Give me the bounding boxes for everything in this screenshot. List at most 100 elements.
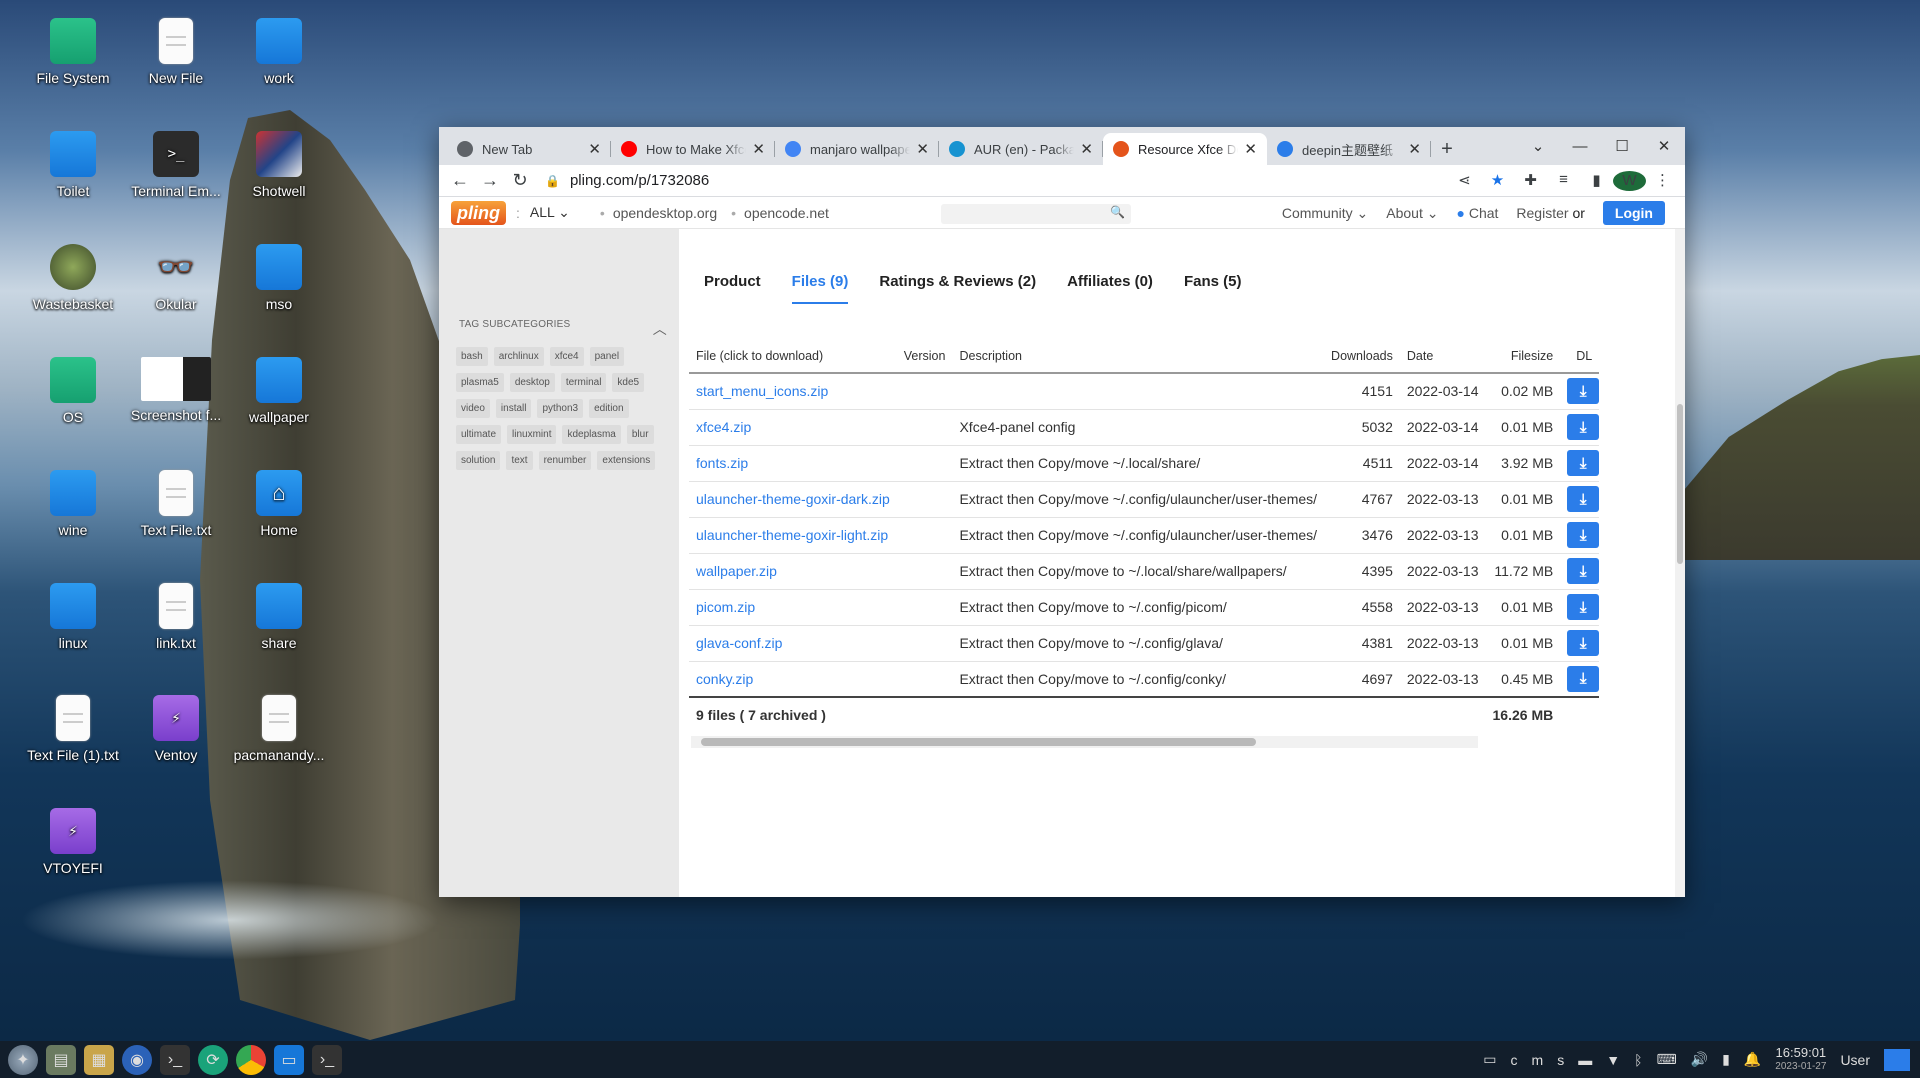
- tag-chip[interactable]: panel: [589, 347, 625, 366]
- desktop-icon-17[interactable]: share: [224, 583, 334, 651]
- desktop-icon-16[interactable]: link.txt: [121, 583, 231, 651]
- desktop-icon-18[interactable]: Text File (1).txt: [18, 695, 128, 763]
- tray-c[interactable]: c: [1511, 1052, 1518, 1068]
- browser-tab-3[interactable]: AUR (en) - Packages ✕: [939, 133, 1103, 165]
- download-icon[interactable]: ⤓: [1567, 594, 1600, 620]
- download-icon[interactable]: ⤓: [1567, 522, 1600, 548]
- site-search-input[interactable]: 🔍: [941, 204, 1131, 224]
- keyboard-icon[interactable]: ⌨: [1656, 1051, 1676, 1068]
- desktop-icon-9[interactable]: OS: [18, 357, 128, 425]
- browser-tab-0[interactable]: New Tab ✕: [447, 133, 611, 165]
- product-tab-3[interactable]: Affiliates (0): [1067, 273, 1153, 304]
- desktop-icon-12[interactable]: wine: [18, 470, 128, 538]
- bookmark-star-icon[interactable]: ★: [1481, 171, 1514, 191]
- tag-chip[interactable]: bash: [456, 347, 488, 366]
- workspace-icon[interactable]: [1884, 1048, 1910, 1071]
- tag-chip[interactable]: video: [456, 399, 490, 418]
- desktop-icon-21[interactable]: ⚡ VTOYEFI: [18, 808, 128, 876]
- archive-icon[interactable]: ▦: [84, 1044, 114, 1075]
- address-bar[interactable]: 🔒 pling.com/p/1732086: [535, 172, 1448, 189]
- desktop-icon-6[interactable]: Wastebasket: [18, 244, 128, 312]
- desktop-icon-11[interactable]: wallpaper: [224, 357, 334, 425]
- tag-chip[interactable]: desktop: [509, 373, 555, 392]
- close-tab-icon[interactable]: ✕: [1244, 140, 1257, 158]
- chevron-up-icon[interactable]: ︿: [653, 319, 667, 339]
- tag-chip[interactable]: archlinux: [493, 347, 544, 366]
- tag-chip[interactable]: text: [506, 451, 533, 470]
- new-tab-button[interactable]: +: [1431, 133, 1463, 165]
- terminal-icon[interactable]: ›_: [160, 1044, 190, 1075]
- drive-tray-icon[interactable]: ▬: [1578, 1052, 1592, 1068]
- chat-link[interactable]: ● Chat: [1456, 205, 1498, 221]
- notification-bell-icon[interactable]: 🔔: [1744, 1051, 1761, 1068]
- tag-chip[interactable]: ultimate: [456, 425, 502, 444]
- desktop-icon-19[interactable]: ⚡ Ventoy: [121, 695, 231, 763]
- desktop-icon-14[interactable]: ⌂ Home: [224, 470, 334, 538]
- bluetooth-icon[interactable]: ᛒ: [1634, 1052, 1642, 1068]
- tag-chip[interactable]: xfce4: [549, 347, 584, 366]
- battery-icon[interactable]: ▮: [1722, 1051, 1730, 1068]
- tray-s[interactable]: s: [1557, 1052, 1564, 1068]
- file-link[interactable]: glava-conf.zip: [689, 625, 897, 662]
- desktop-icon-15[interactable]: linux: [18, 583, 128, 651]
- download-icon[interactable]: ⤓: [1567, 414, 1600, 440]
- pling-logo[interactable]: pling: [451, 200, 506, 225]
- profile-avatar[interactable]: W: [1613, 170, 1646, 191]
- product-tab-1[interactable]: Files (9): [791, 273, 849, 304]
- network-icon[interactable]: ▼: [1606, 1052, 1620, 1068]
- product-tab-2[interactable]: Ratings & Reviews (2): [879, 273, 1036, 304]
- tag-chip[interactable]: extensions: [597, 451, 656, 470]
- terminal-window-icon[interactable]: ›_: [312, 1044, 342, 1075]
- close-tab-icon[interactable]: ✕: [1080, 140, 1093, 158]
- desktop-icon-7[interactable]: 👓 Okular: [121, 244, 231, 313]
- vertical-scrollbar[interactable]: [1675, 229, 1685, 897]
- forward-button[interactable]: →: [475, 170, 505, 191]
- extensions-icon[interactable]: ✚: [1514, 171, 1547, 191]
- horizontal-scrollbar[interactable]: [691, 736, 1478, 748]
- desktop-icon-20[interactable]: pacmanandy...: [224, 695, 334, 763]
- share-icon[interactable]: ⋖: [1448, 171, 1481, 191]
- tag-chip[interactable]: plasma5: [456, 373, 504, 392]
- browser-tab-4[interactable]: Resource Xfce Desktop ✕: [1103, 133, 1267, 165]
- clock[interactable]: 16:59:01 2023-01-27: [1775, 1045, 1826, 1074]
- download-icon[interactable]: ⤓: [1567, 665, 1600, 692]
- file-link[interactable]: ulauncher-theme-goxir-light.zip: [689, 517, 897, 554]
- maximize-button[interactable]: ☐: [1601, 127, 1643, 165]
- folder-icon[interactable]: ▭: [274, 1044, 304, 1075]
- volume-icon[interactable]: 🔊: [1691, 1051, 1708, 1068]
- file-link[interactable]: picom.zip: [689, 589, 897, 626]
- app-menu-icon[interactable]: ✦: [8, 1044, 38, 1075]
- browser-tab-5[interactable]: deepin主题壁纸 ✕: [1267, 133, 1431, 165]
- tag-chip[interactable]: kde5: [612, 373, 645, 392]
- file-link[interactable]: conky.zip: [689, 661, 897, 698]
- tag-chip[interactable]: blur: [626, 425, 654, 444]
- desktop-icon-10[interactable]: Screenshot f...: [121, 357, 231, 423]
- browser-tab-1[interactable]: How to Make Xfce ✕: [611, 133, 775, 165]
- side-panel-icon[interactable]: ▮: [1580, 171, 1613, 191]
- tag-chip[interactable]: install: [495, 399, 532, 418]
- file-link[interactable]: wallpaper.zip: [689, 553, 897, 590]
- user-label[interactable]: User: [1840, 1052, 1870, 1068]
- update-icon[interactable]: ⟳: [198, 1044, 228, 1075]
- tag-chip[interactable]: python3: [537, 399, 584, 418]
- tag-chip[interactable]: solution: [456, 451, 501, 470]
- browser-globe-icon[interactable]: ◉: [122, 1044, 152, 1075]
- tag-chip[interactable]: kdeplasma: [562, 425, 621, 444]
- download-icon[interactable]: ⤓: [1567, 450, 1600, 476]
- all-dropdown[interactable]: ALL ⌄: [530, 204, 570, 221]
- desktop-icon-2[interactable]: work: [224, 18, 334, 86]
- reading-list-icon[interactable]: ≡: [1547, 171, 1580, 191]
- download-icon[interactable]: ⤓: [1567, 486, 1600, 512]
- desktop-icon-13[interactable]: Text File.txt: [121, 470, 231, 538]
- show-desktop-icon[interactable]: ▭: [1483, 1051, 1496, 1068]
- file-link[interactable]: xfce4.zip: [689, 409, 897, 446]
- close-window-button[interactable]: ✕: [1643, 127, 1685, 165]
- chrome-icon[interactable]: [236, 1044, 266, 1075]
- community-menu[interactable]: Community ⌄: [1282, 205, 1368, 222]
- tag-chip[interactable]: terminal: [560, 373, 607, 392]
- download-icon[interactable]: ⤓: [1567, 630, 1600, 656]
- file-link[interactable]: fonts.zip: [689, 445, 897, 482]
- tag-chip[interactable]: edition: [589, 399, 629, 418]
- menu-kebab-icon[interactable]: ⋮: [1646, 171, 1679, 191]
- download-icon[interactable]: ⤓: [1567, 378, 1600, 405]
